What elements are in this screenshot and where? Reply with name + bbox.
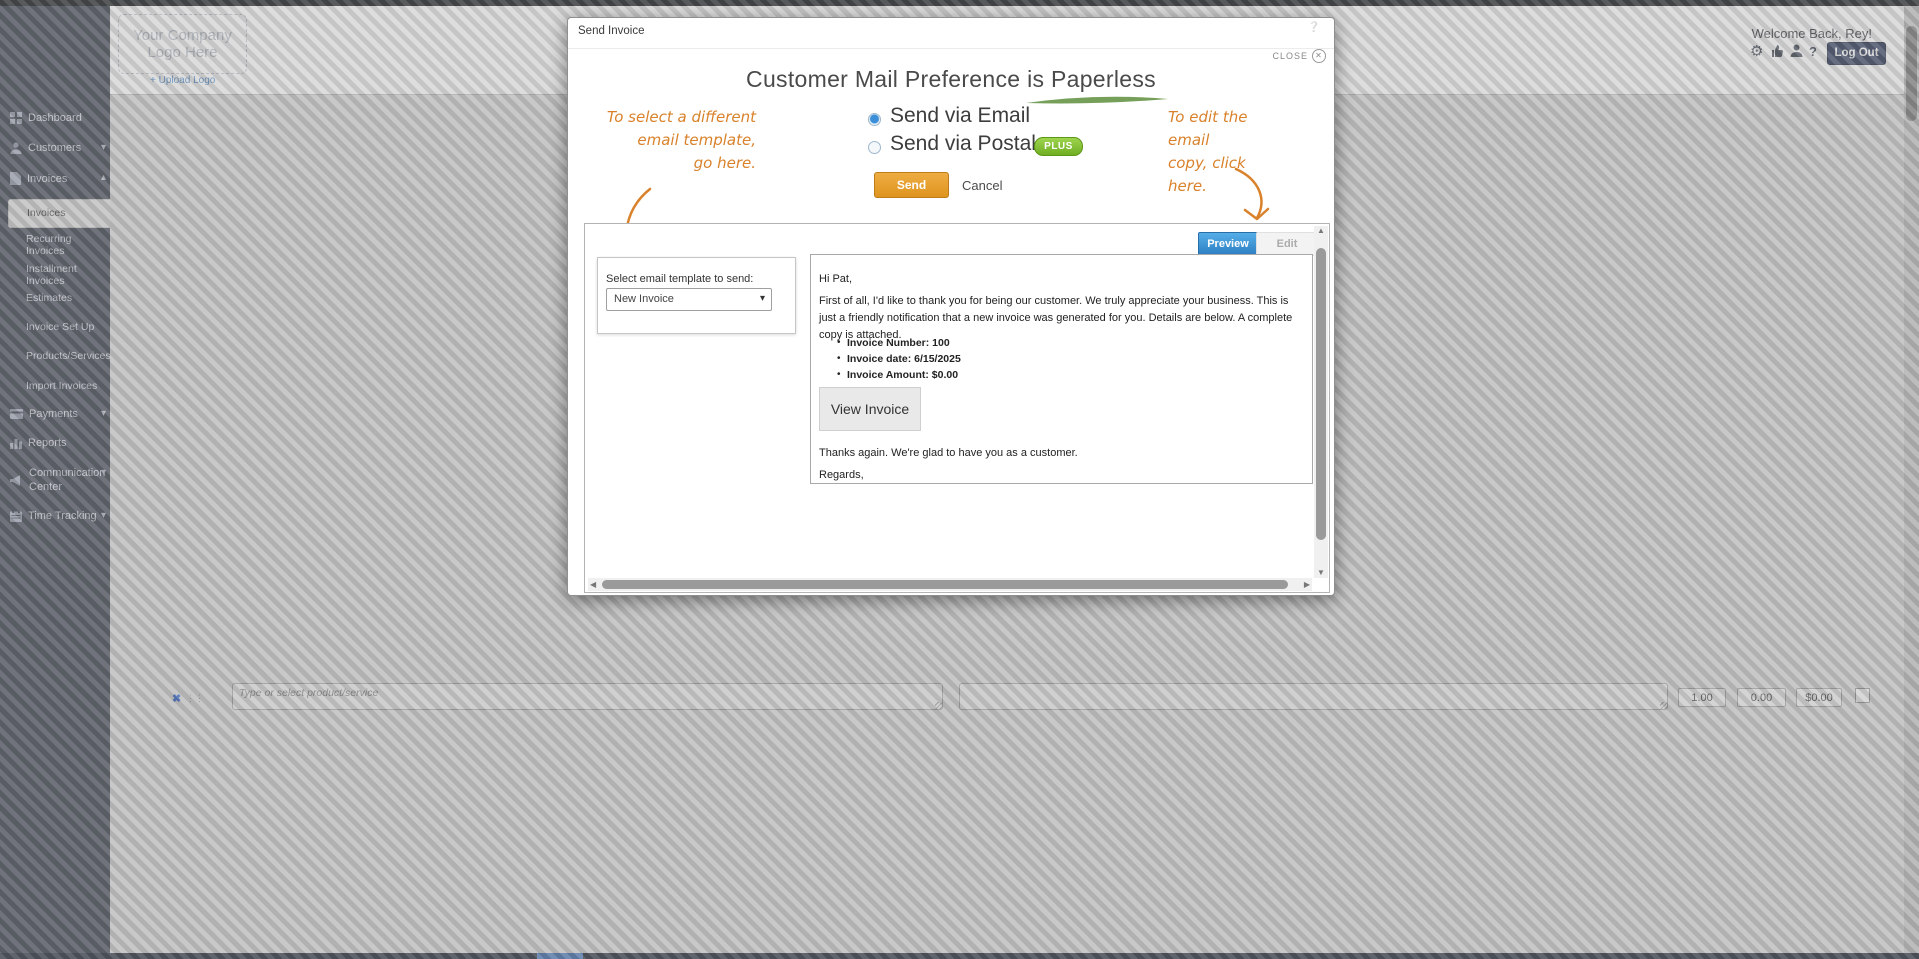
chevron-down-icon: ▾ bbox=[101, 467, 106, 478]
template-select-box: Select email template to send: New Invoi… bbox=[597, 257, 796, 334]
modal-close-button[interactable]: CLOSE ✕ bbox=[1272, 49, 1326, 63]
email-body-preview: Hi Pat, First of all, I'd like to thank … bbox=[810, 254, 1313, 484]
sidebar-subitem-products-services[interactable]: Products/Services bbox=[26, 350, 111, 362]
left-annotation: To select a different email template, go… bbox=[606, 106, 756, 175]
email-preview-panel: Preview Edit Select email template to se… bbox=[584, 223, 1330, 593]
modal-heading: Customer Mail Preference is Paperless bbox=[568, 66, 1334, 93]
bullet-dot: • bbox=[837, 369, 841, 380]
payments-card-icon bbox=[10, 409, 23, 419]
template-select-label: Select email template to send: bbox=[606, 273, 753, 285]
window-bottom-edge bbox=[0, 953, 1919, 959]
modal-help-icon[interactable]: ❔ bbox=[1308, 22, 1320, 33]
account-person-icon[interactable] bbox=[1790, 44, 1803, 58]
resize-grip-icon[interactable] bbox=[935, 702, 943, 710]
green-brush-stroke bbox=[1023, 92, 1171, 108]
panel-vertical-scrollbar[interactable]: ▲ ▼ bbox=[1314, 226, 1328, 578]
sidebar-item-dashboard[interactable]: Dashboard bbox=[10, 112, 106, 124]
product-service-textarea[interactable] bbox=[232, 683, 943, 710]
resize-grip-icon[interactable] bbox=[1660, 702, 1668, 710]
chevron-down-icon: ▾ bbox=[760, 293, 765, 304]
calendar-icon bbox=[10, 510, 22, 522]
modal-send-invoice-button[interactable]: Send Invoice bbox=[874, 172, 949, 198]
sidebar-item-reports[interactable]: Reports bbox=[10, 437, 106, 449]
megaphone-icon bbox=[10, 475, 23, 486]
drag-handle-icon[interactable]: ⋮⋮ bbox=[186, 693, 204, 704]
preview-tab[interactable]: Preview bbox=[1198, 232, 1258, 256]
send-via-email-radio[interactable] bbox=[868, 113, 881, 126]
bullet-dot: • bbox=[837, 353, 841, 364]
send-via-postal-radio[interactable] bbox=[868, 141, 881, 154]
email-greeting: Hi Pat, bbox=[819, 273, 852, 285]
send-invoice-modal: Send Invoice ❔ CLOSE ✕ Customer Mail Pre… bbox=[567, 17, 1335, 596]
chevron-down-icon: ▾ bbox=[101, 142, 106, 153]
panel-vscroll-thumb[interactable] bbox=[1316, 248, 1326, 540]
company-logo-text: Your Company Logo Here bbox=[119, 27, 246, 61]
taskbar-item bbox=[537, 953, 583, 959]
chevron-down-icon: ▾ bbox=[101, 408, 106, 419]
dashboard-grid-icon bbox=[10, 112, 22, 124]
upload-logo-link[interactable]: + Upload Logo bbox=[150, 75, 215, 86]
email-bullet-invoice-amount: Invoice Amount: $0.00 bbox=[847, 369, 958, 381]
sidebar-subitem-recurring-invoices[interactable]: Recurring Invoices bbox=[26, 233, 110, 257]
window-top-edge bbox=[0, 0, 1919, 6]
plus-badge: PLUS bbox=[1034, 137, 1083, 156]
sidebar-nav: Dashboard Customers ▾ Invoices ▴ Invoice… bbox=[0, 0, 110, 959]
modal-cancel-button[interactable]: Cancel bbox=[962, 178, 1002, 193]
sidebar-item-payments[interactable]: Payments bbox=[10, 408, 106, 420]
modal-title: Send Invoice bbox=[578, 25, 645, 37]
page-scrollbar-thumb[interactable] bbox=[1906, 26, 1917, 121]
unit-price-input[interactable] bbox=[1737, 688, 1786, 707]
customers-person-icon bbox=[10, 142, 22, 154]
email-signature: Regards, bbox=[819, 469, 864, 481]
logout-button[interactable]: Log Out bbox=[1827, 42, 1886, 65]
sidebar-item-customers[interactable]: Customers bbox=[10, 142, 106, 154]
quantity-input[interactable] bbox=[1678, 688, 1726, 707]
sidebar-item-communication-center[interactable]: Communication Center bbox=[10, 466, 106, 494]
scroll-up-icon[interactable]: ▲ bbox=[1314, 226, 1328, 236]
remove-row-icon[interactable]: ✖ bbox=[172, 692, 181, 705]
scroll-right-icon[interactable]: ▶ bbox=[1304, 580, 1310, 590]
sidebar-subitem-import-invoices[interactable]: Import Invoices bbox=[26, 380, 97, 392]
panel-hscroll-thumb[interactable] bbox=[602, 580, 1288, 589]
thumbs-up-icon[interactable] bbox=[1770, 44, 1784, 58]
welcome-text: Welcome Back, Rey! bbox=[1752, 26, 1872, 41]
modal-title-bar bbox=[568, 18, 1334, 49]
help-icon[interactable]: ? bbox=[1809, 44, 1817, 59]
company-logo-placeholder[interactable]: Your Company Logo Here bbox=[118, 14, 247, 74]
email-bullet-invoice-number: Invoice Number: 100 bbox=[847, 337, 950, 349]
sidebar-subitem-invoices-selected[interactable]: Invoices bbox=[8, 199, 122, 228]
scroll-left-icon[interactable]: ◀ bbox=[590, 580, 596, 590]
sidebar-item-invoices[interactable]: Invoices bbox=[10, 172, 106, 185]
panel-horizontal-scrollbar[interactable]: ◀ ▶ bbox=[588, 578, 1312, 591]
template-dropdown[interactable]: New Invoice ▾ bbox=[606, 288, 772, 311]
taxable-checkbox[interactable] bbox=[1855, 688, 1870, 703]
chevron-down-icon: ▾ bbox=[101, 510, 106, 521]
send-via-email-label[interactable]: Send via Email bbox=[890, 104, 1030, 128]
edit-tab[interactable]: Edit bbox=[1256, 232, 1318, 256]
sidebar-subitem-installment-invoices[interactable]: Installment Invoices bbox=[26, 263, 110, 287]
sidebar-subitem-invoice-set-up[interactable]: Invoice Set Up bbox=[26, 321, 94, 333]
send-via-postal-label[interactable]: Send via Postal bbox=[890, 132, 1036, 156]
sidebar-item-time-tracking[interactable]: Time Tracking bbox=[10, 510, 106, 522]
page-scrollbar[interactable] bbox=[1904, 6, 1919, 959]
close-x-icon: ✕ bbox=[1312, 49, 1326, 63]
description-textarea[interactable] bbox=[959, 683, 1668, 710]
right-curved-arrow bbox=[1232, 166, 1280, 226]
view-invoice-button[interactable]: View Invoice bbox=[819, 387, 921, 431]
row-total-input[interactable] bbox=[1796, 688, 1842, 707]
email-closing: Thanks again. We're glad to have you as … bbox=[819, 447, 1078, 459]
reports-chart-icon bbox=[10, 437, 22, 449]
chevron-up-icon: ▴ bbox=[101, 172, 106, 183]
gear-icon[interactable]: ⚙ bbox=[1750, 42, 1763, 60]
scroll-down-icon[interactable]: ▼ bbox=[1314, 568, 1328, 578]
bullet-dot: • bbox=[837, 337, 841, 348]
sidebar-subitem-estimates[interactable]: Estimates bbox=[26, 292, 72, 304]
invoices-file-icon bbox=[10, 172, 21, 185]
email-bullet-invoice-date: Invoice date: 6/15/2025 bbox=[847, 353, 961, 365]
